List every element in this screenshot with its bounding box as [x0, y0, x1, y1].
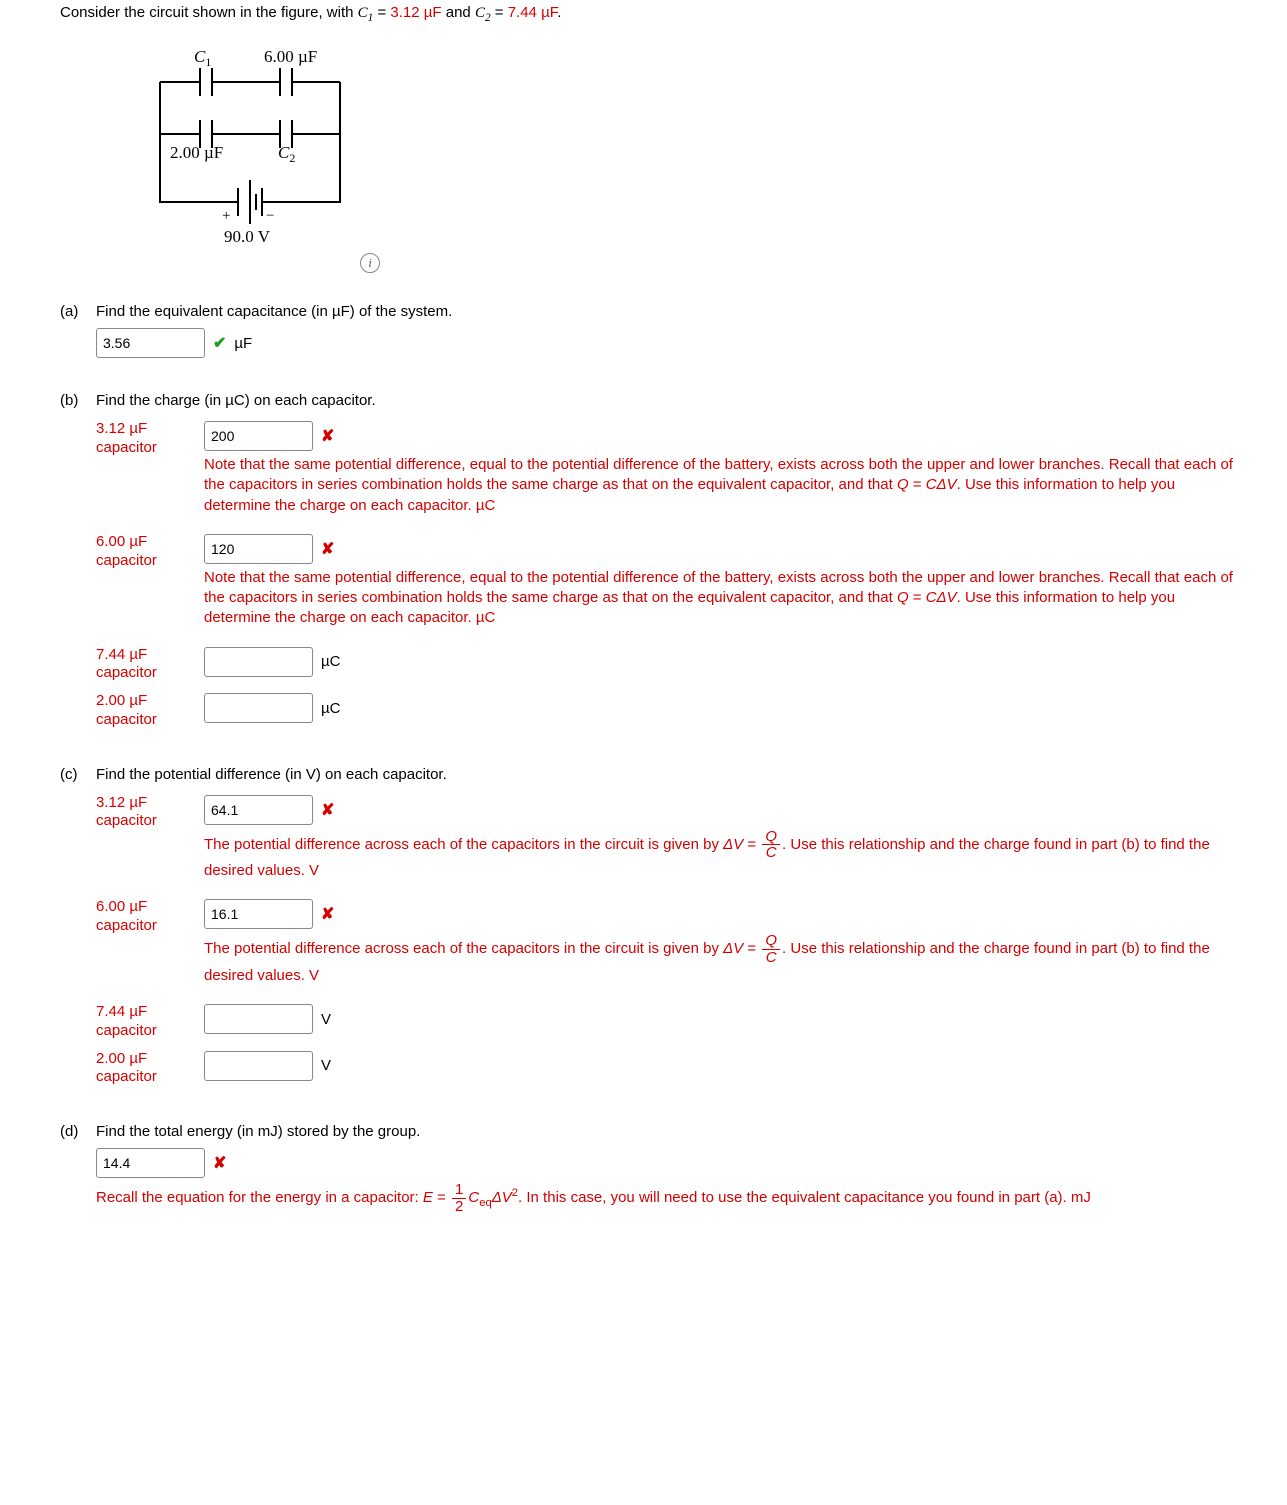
part-d-input[interactable]: [96, 1148, 205, 1178]
intro-prefix: Consider the circuit shown in the figure…: [60, 4, 358, 21]
capacitor-answer-input[interactable]: [204, 421, 313, 451]
capacitor-answer-input[interactable]: [204, 647, 313, 677]
problem-intro: Consider the circuit shown in the figure…: [60, 4, 1287, 24]
diagram-voltage: 90.0 V: [224, 227, 271, 246]
diagram-minus: −: [266, 208, 274, 224]
unit-label: V: [321, 1011, 331, 1028]
part-b: (b) Find the charge (in µC) on each capa…: [60, 392, 1287, 736]
capacitor-label: 6.00 µFcapacitor: [96, 530, 204, 571]
capacitor-label: 2.00 µFcapacitor: [96, 1047, 204, 1088]
capacitor-label: 2.00 µFcapacitor: [96, 689, 204, 730]
part-d-question: Find the total energy (in mJ) stored by …: [96, 1123, 1287, 1140]
part-a: (a) Find the equivalent capacitance (in …: [60, 303, 1287, 362]
part-d-feedback: Recall the equation for the energy in a …: [96, 1182, 1126, 1215]
capacitor-answer-input[interactable]: [204, 899, 313, 929]
part-b-question: Find the charge (in µC) on each capacito…: [96, 392, 1287, 409]
unit-label: V: [321, 1057, 331, 1074]
capacitor-label: 6.00 µFcapacitor: [96, 895, 204, 936]
circuit-svg: C1 6.00 µF 2.00 µF C2 + − 90.0 V: [140, 42, 500, 258]
capacitor-label: 3.12 µFcapacitor: [96, 791, 204, 832]
capacitor-answer-input[interactable]: [204, 693, 313, 723]
cross-icon: ✘: [321, 539, 334, 559]
capacitor-row: 7.44 µFcapacitor V: [96, 1000, 1287, 1041]
capacitor-row: 6.00 µFcapacitor ✘ The potential differenc…: [96, 895, 1287, 994]
cross-icon: ✘: [321, 426, 334, 446]
part-c: (c) Find the potential difference (in V)…: [60, 766, 1287, 1094]
unit-label: µC: [321, 700, 340, 717]
circuit-diagram: C1 6.00 µF 2.00 µF C2 + − 90.0 V i: [140, 42, 1287, 275]
part-a-unit: µF: [234, 335, 252, 352]
capacitor-row: 7.44 µFcapacitor µC: [96, 643, 1287, 684]
info-icon[interactable]: i: [360, 253, 380, 273]
capacitor-label: 7.44 µFcapacitor: [96, 1000, 204, 1041]
capacitor-answer-input[interactable]: [204, 1051, 313, 1081]
intro-mid: and: [442, 4, 475, 21]
feedback-text: Note that the same potential difference,…: [204, 568, 1234, 629]
feedback-text: The potential difference across each of …: [204, 829, 1234, 882]
intro-C2-sym: C2: [475, 5, 491, 21]
cross-icon: ✘: [213, 1153, 226, 1173]
capacitor-answer-input[interactable]: [204, 1004, 313, 1034]
intro-C1-sym: C1: [358, 5, 374, 21]
feedback-text: Note that the same potential difference,…: [204, 455, 1234, 516]
diagram-plus: +: [222, 208, 230, 224]
intro-C1-val: 3.12 µF: [390, 4, 441, 21]
part-a-question: Find the equivalent capacitance (in µF) …: [96, 303, 1287, 320]
capacitor-row: 3.12 µFcapacitor ✘ The potential differenc…: [96, 791, 1287, 890]
capacitor-answer-input[interactable]: [204, 795, 313, 825]
intro-C2-val: 7.44 µF: [508, 4, 558, 21]
capacitor-row: 2.00 µFcapacitor µC: [96, 689, 1287, 730]
diagram-2uf-label: 2.00 µF: [170, 143, 223, 162]
feedback-text: The potential difference across each of …: [204, 933, 1234, 986]
part-b-label: (b): [60, 392, 96, 409]
capacitor-row: 2.00 µFcapacitor V: [96, 1047, 1287, 1088]
part-d-label: (d): [60, 1123, 96, 1140]
part-c-label: (c): [60, 766, 96, 783]
part-d: (d) Find the total energy (in mJ) stored…: [60, 1123, 1287, 1223]
cross-icon: ✘: [321, 800, 334, 820]
capacitor-label: 3.12 µFcapacitor: [96, 417, 204, 458]
intro-suffix: .: [557, 4, 561, 21]
capacitor-row: 6.00 µFcapacitor ✘ Note that the same pote…: [96, 530, 1287, 637]
unit-label: µC: [321, 653, 340, 670]
capacitor-answer-input[interactable]: [204, 534, 313, 564]
part-c-question: Find the potential difference (in V) on …: [96, 766, 1287, 783]
capacitor-label: 7.44 µFcapacitor: [96, 643, 204, 684]
cross-icon: ✘: [321, 904, 334, 924]
capacitor-row: 3.12 µFcapacitor ✘ Note that the same pote…: [96, 417, 1287, 524]
diagram-6uf-label: 6.00 µF: [264, 47, 317, 66]
part-a-label: (a): [60, 303, 96, 320]
diagram-C1-label: C1: [194, 47, 211, 69]
check-icon: ✔: [213, 333, 226, 353]
part-a-input[interactable]: [96, 328, 205, 358]
